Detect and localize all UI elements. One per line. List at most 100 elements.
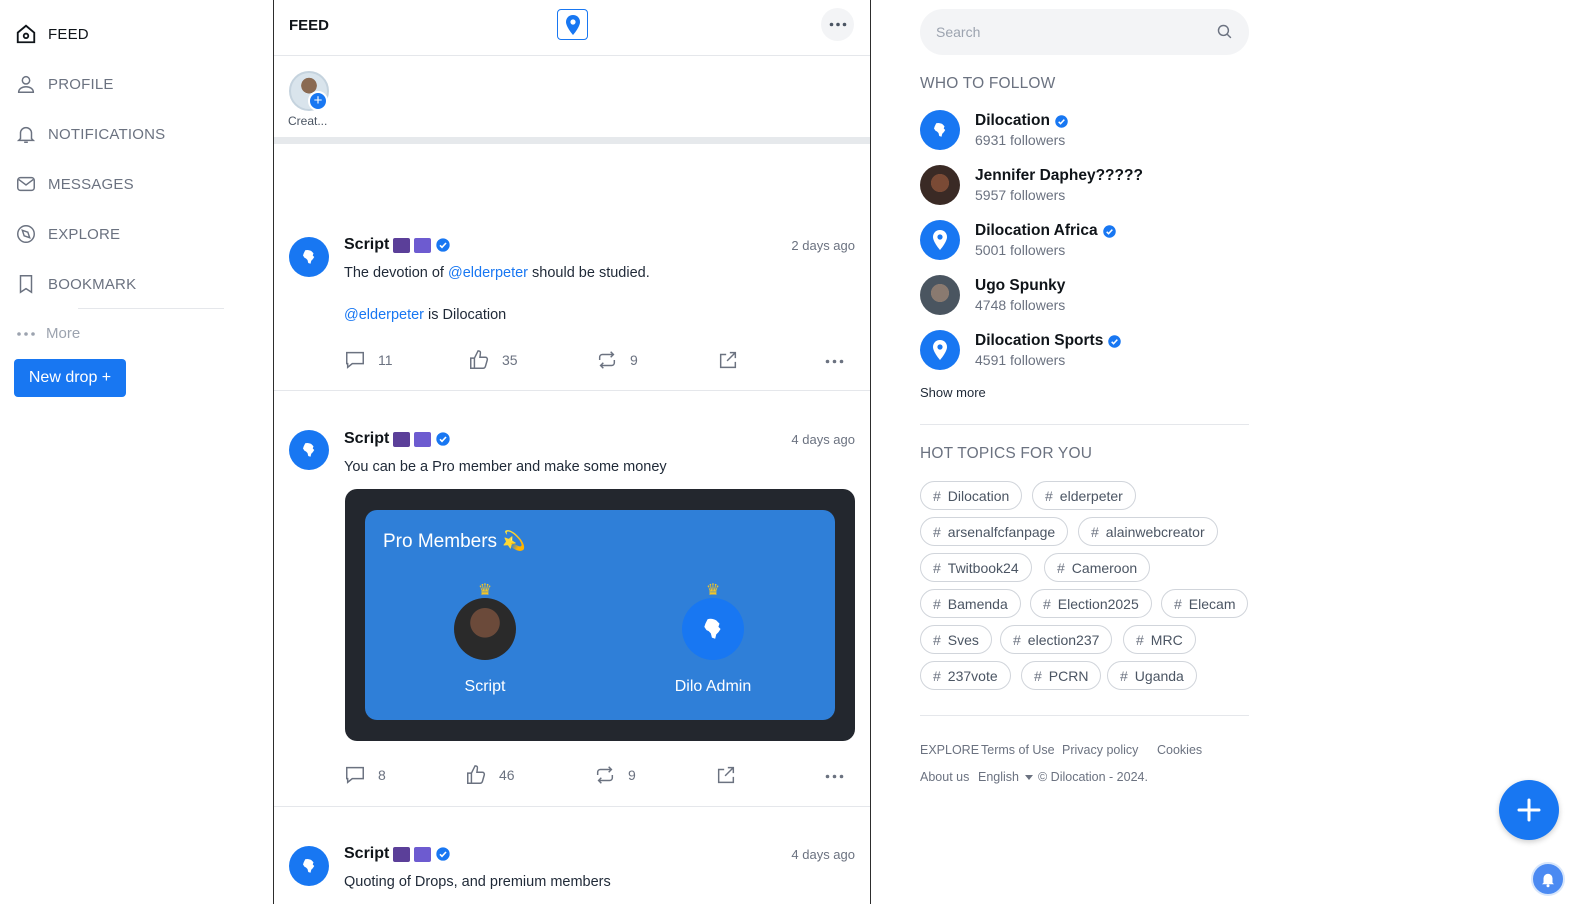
topic-chip[interactable]: # Election2025 [1030, 589, 1152, 618]
follow-name: Dilocation Sports [975, 332, 1122, 350]
follower-count: 6931 followers [975, 132, 1066, 148]
more-dots-icon [825, 359, 844, 364]
compass-icon [14, 222, 38, 246]
topic-chip[interactable]: # Uganda [1107, 661, 1197, 690]
comment-icon [346, 351, 364, 369]
avatar[interactable] [289, 430, 329, 470]
post-image-card[interactable]: Pro Members 💫 ♛ Script ♛ Dilo Admin [345, 489, 855, 741]
post-more-button[interactable] [825, 359, 844, 364]
search-input[interactable] [936, 21, 1206, 43]
follow-suggestion[interactable]: Ugo Spunky 4748 followers [920, 275, 1250, 317]
like-count: 46 [499, 767, 515, 783]
topic-chip[interactable]: # Twitbook24 [920, 553, 1032, 582]
verified-badge-icon [436, 238, 451, 252]
topic-chip[interactable]: # PCRN [1021, 661, 1102, 690]
repost-button[interactable]: 9 [596, 349, 638, 371]
sidebar-more[interactable]: More [16, 325, 80, 342]
share-button[interactable] [717, 349, 739, 371]
topic-chip[interactable]: # alainwebcreator [1078, 517, 1218, 546]
follow-suggestion[interactable]: Dilocation Africa 5001 followers [920, 220, 1250, 262]
comment-icon [346, 766, 364, 784]
sidebar-item-notifications[interactable]: NOTIFICATIONS [14, 122, 165, 146]
compose-fab-button[interactable] [1499, 780, 1559, 840]
header-more-button[interactable] [821, 8, 854, 41]
follow-suggestion[interactable]: Jennifer Daphey????? 5957 followers [920, 165, 1250, 207]
alien-emoji-icon [393, 846, 411, 862]
pro-member: ♛ Script [445, 582, 525, 696]
avatar [920, 330, 960, 370]
show-more-link[interactable]: Show more [920, 385, 986, 400]
topic-chip[interactable]: # MRC [1123, 625, 1196, 654]
sidebar-item-feed[interactable]: FEED [14, 22, 89, 46]
follow-suggestion[interactable]: Dilocation 6931 followers [920, 110, 1250, 152]
like-button[interactable]: 35 [468, 349, 518, 371]
topic-label: election237 [1027, 631, 1100, 648]
sidebar-item-profile[interactable]: PROFILE [14, 72, 114, 96]
post-author[interactable]: Script [344, 430, 451, 448]
sidebar-item-messages[interactable]: MESSAGES [14, 172, 134, 196]
post-author[interactable]: Script [344, 845, 451, 863]
follow-name: Jennifer Daphey????? [975, 167, 1143, 185]
left-sidebar: FEED PROFILE NOTIFICATIONS MESSAGES EXPL… [0, 0, 272, 904]
thumbs-up-icon [470, 350, 489, 369]
stories-bar: + Creat... [274, 56, 870, 144]
africa-logo-icon [704, 618, 721, 639]
location-filter-button[interactable] [557, 9, 588, 40]
name-text: Dilocation Africa [975, 222, 1098, 239]
follow-suggestion[interactable]: Dilocation Sports 4591 followers [920, 330, 1250, 372]
footer-link-explore[interactable]: EXPLORE [920, 743, 979, 757]
mail-icon [14, 172, 38, 196]
post-author[interactable]: Script [344, 236, 451, 254]
search-icon[interactable] [1216, 23, 1233, 40]
sidebar-item-explore[interactable]: EXPLORE [14, 222, 120, 246]
add-story-icon[interactable]: + [308, 91, 328, 111]
repost-button[interactable]: 9 [594, 764, 636, 786]
topic-label: 237vote [947, 667, 998, 684]
topic-chip[interactable]: # Sves [920, 625, 992, 654]
sidebar-item-bookmark[interactable]: BOOKMARK [14, 272, 136, 296]
post-timestamp: 4 days ago [791, 432, 855, 447]
topic-chip[interactable]: # arsenalfcfanpage [920, 517, 1069, 546]
post-more-button[interactable] [825, 774, 844, 779]
comment-button[interactable]: 11 [344, 349, 393, 371]
bell-icon [1542, 873, 1554, 888]
footer-link-privacy[interactable]: Privacy policy [1062, 743, 1138, 757]
share-button[interactable] [715, 764, 737, 786]
avatar[interactable] [289, 846, 329, 886]
topic-label: elderpeter [1059, 487, 1123, 504]
new-drop-button[interactable]: New drop + [14, 359, 126, 397]
post-text: You can be a Pro member and make some mo… [344, 459, 667, 475]
topic-chip[interactable]: # Cameroon [1044, 553, 1151, 582]
topic-chip[interactable]: # election237 [1000, 625, 1113, 654]
plus-icon [1517, 798, 1541, 822]
sidebar-item-label: EXPLORE [48, 225, 121, 243]
follow-name: Dilocation Africa [975, 222, 1117, 240]
topic-chip[interactable]: # Dilocation [920, 481, 1023, 510]
like-button[interactable]: 46 [465, 764, 515, 786]
topic-chip[interactable]: # Elecam [1161, 589, 1249, 618]
footer-link-terms[interactable]: Terms of Use [981, 743, 1055, 757]
comment-button[interactable]: 8 [344, 764, 386, 786]
language-select[interactable]: English [978, 770, 1033, 784]
footer-link-cookies[interactable]: Cookies [1157, 743, 1202, 757]
verified-badge-icon [436, 432, 451, 446]
search-bar [920, 9, 1249, 55]
topic-chip[interactable]: # elderpeter [1032, 481, 1136, 510]
mention-link[interactable]: @elderpeter [448, 265, 528, 281]
who-to-follow-title: WHO TO FOLLOW [920, 75, 1056, 92]
hashtag-icon: # [1013, 631, 1021, 648]
text-segment: should be studied. [528, 265, 650, 281]
topic-chip[interactable]: # Bamenda [920, 589, 1021, 618]
post-divider [274, 806, 870, 807]
aquarius-emoji-icon [414, 431, 432, 447]
bell-icon [14, 122, 38, 146]
topic-chip[interactable]: #237vote [920, 661, 1011, 690]
notification-widget-button[interactable] [1531, 862, 1565, 896]
hashtag-icon: # [1091, 523, 1099, 540]
mention-link[interactable]: @elderpeter [344, 307, 424, 323]
member-name: Script [464, 678, 506, 695]
avatar[interactable] [289, 237, 329, 277]
verified-badge-icon [1102, 224, 1116, 238]
pro-members-panel: Pro Members 💫 ♛ Script ♛ Dilo Admin [365, 510, 835, 720]
footer-link-about[interactable]: About us [920, 770, 969, 784]
